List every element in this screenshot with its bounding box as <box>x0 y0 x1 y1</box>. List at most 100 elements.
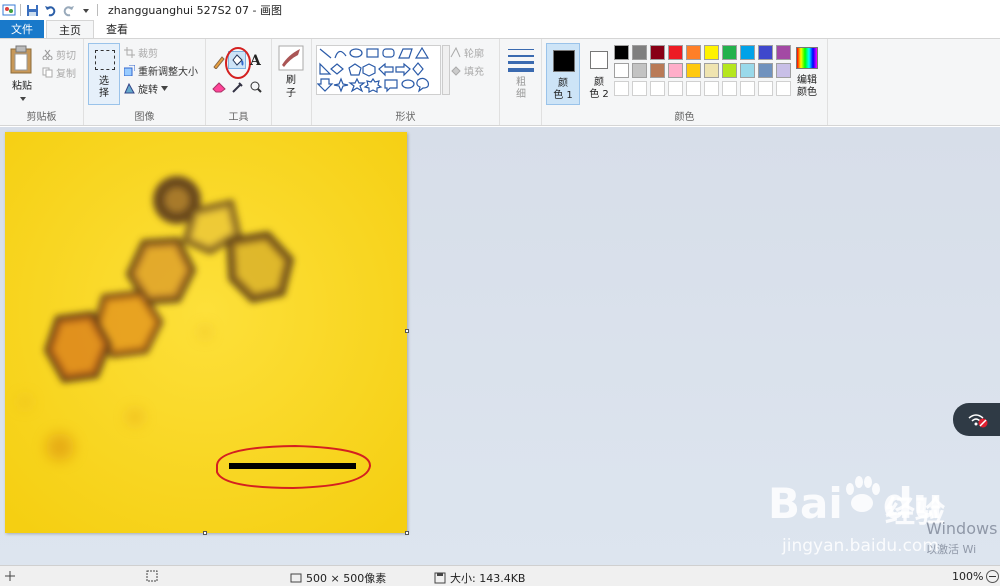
line-size-icon <box>508 49 534 72</box>
tab-file[interactable]: 文件 <box>0 20 44 38</box>
select-label-2: 择 <box>99 88 109 99</box>
divider <box>97 4 98 16</box>
file-size-text: 大小: 143.4KB <box>450 572 526 585</box>
clipboard-group-label: 剪贴板 <box>26 112 57 123</box>
palette-swatch[interactable] <box>614 63 629 78</box>
paste-button[interactable]: 粘贴 <box>6 43 38 101</box>
color-wheel-icon <box>796 47 818 69</box>
save-icon[interactable] <box>25 3 39 17</box>
palette-swatch[interactable] <box>704 45 719 60</box>
copy-label: 复制 <box>56 69 76 80</box>
shapes-scrollbar[interactable] <box>442 45 450 95</box>
resize-button[interactable]: 重新调整大小 <box>124 63 198 78</box>
palette-swatch[interactable] <box>722 45 737 60</box>
tab-home[interactable]: 主页 <box>46 20 94 38</box>
cut-button[interactable]: 剪切 <box>42 47 76 62</box>
crop-button[interactable]: 裁剪 <box>124 45 158 60</box>
custom-color-slot[interactable] <box>668 81 683 96</box>
canvas-area[interactable]: Bai du 经验 jingyan.baidu.com Windows 以激活 W… <box>0 127 1000 565</box>
resize-handle-corner[interactable] <box>405 531 409 535</box>
fill-button[interactable]: 填充 <box>450 63 484 78</box>
custom-color-slot[interactable] <box>758 81 773 96</box>
colors-group: 颜 色 1 颜 色 2 编辑 颜色 颜色 <box>542 39 828 125</box>
size-button[interactable]: 粗 细 <box>504 43 538 105</box>
image-canvas[interactable] <box>5 132 407 533</box>
palette-swatch[interactable] <box>632 63 647 78</box>
zoom-out-button[interactable] <box>986 570 999 583</box>
rotate-label: 旋转 <box>138 85 158 96</box>
dimensions-text: 500 × 500像素 <box>306 572 387 585</box>
watermark-brand: Bai <box>768 479 843 528</box>
copy-button[interactable]: 复制 <box>42 65 76 80</box>
paste-icon <box>10 45 32 74</box>
palette-swatch[interactable] <box>704 63 719 78</box>
custom-color-slot[interactable] <box>722 81 737 96</box>
color2-label: 颜 <box>594 77 604 88</box>
palette-swatch[interactable] <box>722 63 737 78</box>
palette-swatch[interactable] <box>650 63 665 78</box>
brushes-label: 刷 <box>286 75 296 86</box>
fill-label: 填充 <box>464 67 484 78</box>
custom-color-slot[interactable] <box>650 81 665 96</box>
resize-label: 重新调整大小 <box>138 67 198 78</box>
palette-swatch[interactable] <box>614 45 629 60</box>
palette-swatch[interactable] <box>740 45 755 60</box>
custom-color-slot[interactable] <box>704 81 719 96</box>
disk-icon <box>434 572 446 584</box>
palette-swatch[interactable] <box>668 45 683 60</box>
paste-label: 粘贴 <box>12 81 32 92</box>
palette-swatch[interactable] <box>776 45 791 60</box>
paint-app-icon[interactable] <box>2 3 16 17</box>
palette-swatch[interactable] <box>758 45 773 60</box>
window-title: zhangguanghui 527S2 07 - 画图 <box>108 4 283 17</box>
custom-color-slot[interactable] <box>632 81 647 96</box>
magnifier-icon[interactable] <box>250 81 262 93</box>
image-group-label: 图像 <box>134 112 155 123</box>
palette-swatch[interactable] <box>776 63 791 78</box>
eraser-icon[interactable] <box>212 81 226 93</box>
edit-colors-button[interactable]: 编辑 颜色 <box>790 43 824 105</box>
tab-view[interactable]: 查看 <box>94 20 140 38</box>
resize-icon <box>124 65 135 76</box>
palette-swatch[interactable] <box>758 63 773 78</box>
color1-button[interactable]: 颜 色 1 <box>546 43 580 105</box>
select-button[interactable]: 选 择 <box>88 43 120 105</box>
copy-icon <box>42 67 53 78</box>
color-picker-icon[interactable] <box>232 81 244 93</box>
palette-swatch[interactable] <box>668 63 683 78</box>
outline-button[interactable]: 轮廓 <box>450 45 484 60</box>
image-group: 选 择 裁剪 重新调整大小 旋转 图像 <box>84 39 206 125</box>
status-bar: 500 × 500像素 大小: 143.4KB 100% <box>0 565 1000 586</box>
custom-color-slot[interactable] <box>686 81 701 96</box>
custom-color-slot[interactable] <box>740 81 755 96</box>
custom-color-slot[interactable] <box>776 81 791 96</box>
scissors-icon <box>42 49 53 60</box>
selection-size-icon <box>146 570 158 582</box>
palette-swatch[interactable] <box>632 45 647 60</box>
rotate-button[interactable]: 旋转 <box>124 81 168 96</box>
palette-swatch[interactable] <box>686 45 701 60</box>
color2-button[interactable]: 颜 色 2 <box>582 43 616 105</box>
shapes-gallery[interactable] <box>316 45 441 95</box>
palette-swatch[interactable] <box>650 45 665 60</box>
fill-icon <box>451 66 461 76</box>
image-dimensions: 500 × 500像素 <box>290 570 386 586</box>
customize-quick-access-icon[interactable] <box>79 3 93 17</box>
color2-label-2: 色 2 <box>589 89 609 100</box>
ribbon: 粘贴 剪切 复制 剪贴板 选 择 裁剪 重新调整大小 旋转 图像 A 工具 刷 … <box>0 38 1000 126</box>
color1-label-2: 色 1 <box>553 90 573 101</box>
brushes-button[interactable]: 刷 子 <box>274 43 308 105</box>
undo-icon[interactable] <box>43 3 57 17</box>
ribbon-tabs: 文件 主页 查看 <box>0 20 1000 38</box>
text-tool-icon[interactable]: A <box>250 53 261 69</box>
micrograph-image <box>5 132 407 533</box>
chevron-down-icon <box>20 97 26 101</box>
redo-icon[interactable] <box>61 3 75 17</box>
palette-swatch[interactable] <box>686 63 701 78</box>
resize-handle-right[interactable] <box>405 329 409 333</box>
rotate-icon <box>124 83 135 94</box>
palette-swatch[interactable] <box>740 63 755 78</box>
custom-color-slot[interactable] <box>614 81 629 96</box>
resize-handle-bottom[interactable] <box>203 531 207 535</box>
network-widget[interactable] <box>953 403 1000 436</box>
